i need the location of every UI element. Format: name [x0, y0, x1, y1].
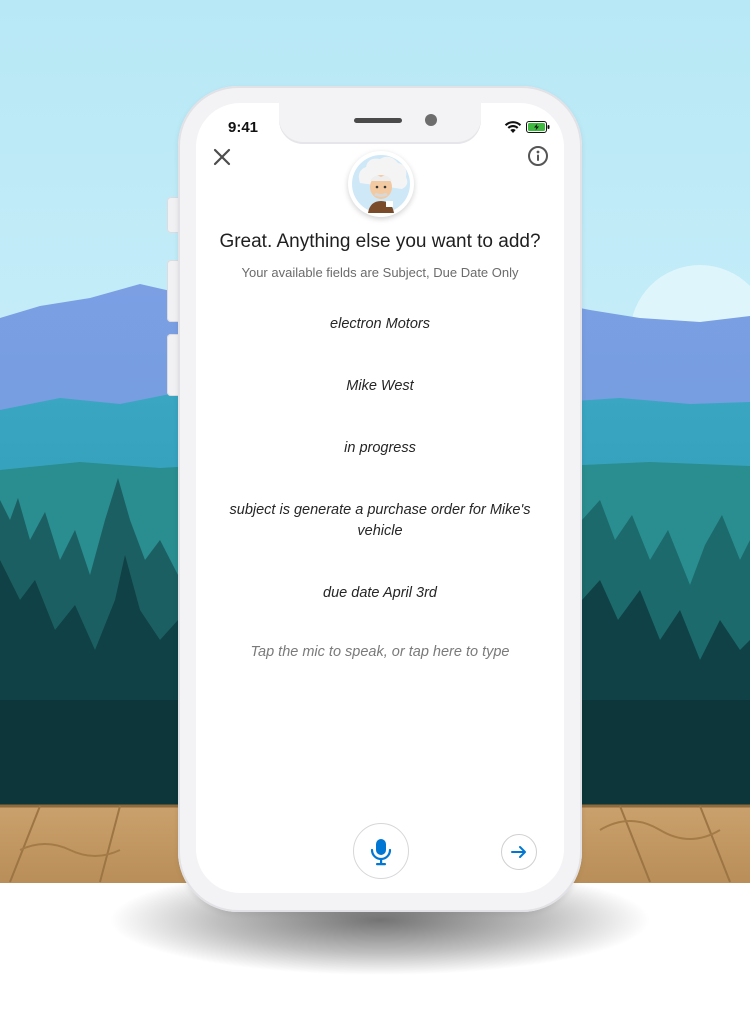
battery-charging-icon: [526, 121, 550, 133]
message-item: electron Motors: [330, 316, 430, 332]
arrow-right-icon: [511, 846, 526, 858]
available-fields-hint: Your available fields are Subject, Due D…: [241, 265, 519, 280]
status-time: 9:41: [228, 119, 259, 136]
send-button[interactable]: [501, 834, 537, 870]
microphone-button[interactable]: [353, 823, 409, 879]
einstein-illustration: [352, 155, 410, 213]
close-icon[interactable]: [211, 146, 233, 168]
message-item: due date April 3rd: [323, 585, 437, 601]
front-camera: [425, 114, 437, 126]
info-icon[interactable]: [527, 145, 549, 167]
microphone-icon: [370, 839, 392, 866]
page-title: Great. Anything else you want to add?: [219, 231, 541, 252]
einstein-avatar: [348, 151, 414, 217]
type-input-prompt[interactable]: Tap the mic to speak, or tap here to typ…: [210, 644, 550, 660]
message-item: Mike West: [346, 378, 414, 394]
message-item: subject is generate a purchase order for…: [229, 502, 531, 539]
phone-screen: [196, 103, 564, 893]
message-item: in progress: [344, 440, 416, 456]
earpiece-speaker: [354, 118, 402, 123]
wifi-icon: [504, 121, 522, 133]
